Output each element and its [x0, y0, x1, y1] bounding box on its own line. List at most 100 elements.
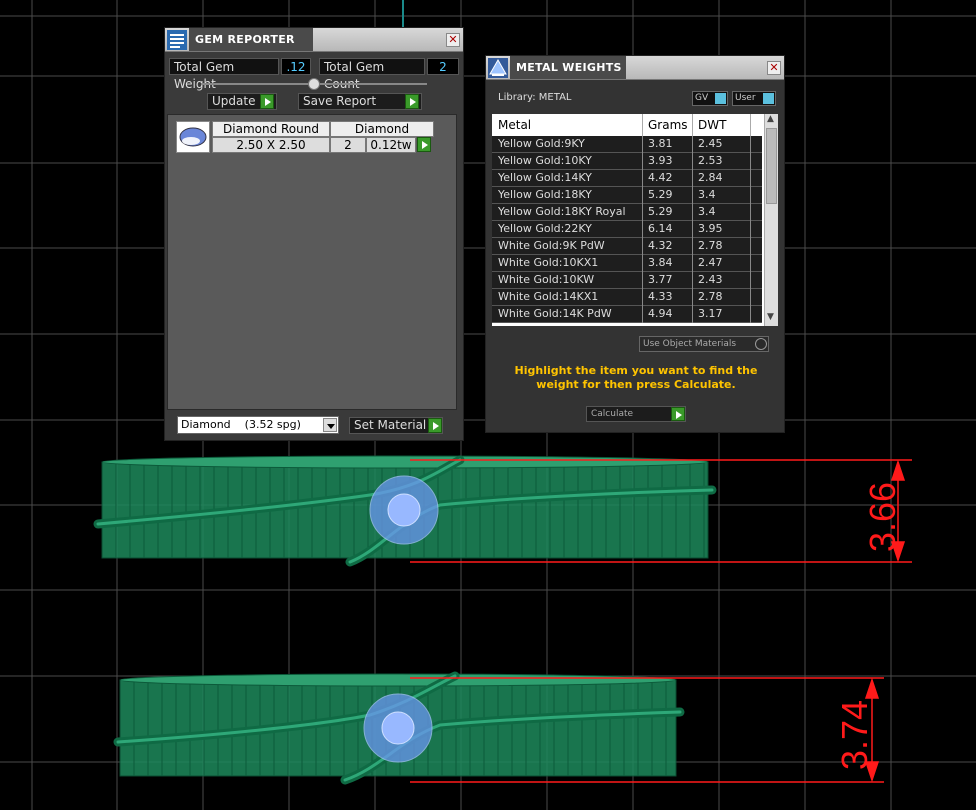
- save-report-button[interactable]: Save Report: [298, 93, 422, 110]
- dwt-cell: 2.84: [698, 171, 723, 184]
- gem-reporter-panel: GEM REPORTER ✕ Total Gem Weight .12 Tota…: [164, 27, 464, 441]
- gem-row-go-icon[interactable]: [417, 137, 431, 152]
- column-separator: [642, 187, 643, 204]
- 3d-viewport[interactable]: 3.66 3.74 GEM REPORTER ✕ Total Gem Weigh…: [0, 0, 976, 810]
- column-header-grams[interactable]: Grams: [648, 118, 688, 132]
- gem-shape-header: Diamond Round: [212, 121, 330, 137]
- column-separator: [692, 238, 693, 255]
- column-header-metal[interactable]: Metal: [498, 118, 531, 132]
- column-separator: [750, 153, 751, 170]
- column-separator: [750, 289, 751, 306]
- column-separator: [642, 170, 643, 187]
- column-header-dwt[interactable]: DWT: [698, 118, 726, 132]
- dimension-label-bottom: 3.74: [834, 699, 875, 770]
- scroll-up-icon[interactable]: ▲: [767, 114, 774, 124]
- gem-count-cell: 2: [330, 137, 366, 153]
- set-material-go-icon[interactable]: [428, 418, 442, 433]
- dwt-cell: 2.45: [698, 137, 723, 150]
- gem-reporter-title: GEM REPORTER: [195, 33, 295, 46]
- chevron-down-icon[interactable]: [323, 418, 337, 432]
- gem-list-area[interactable]: Diamond Round Diamond 2.50 X 2.50 2 0.12…: [167, 114, 457, 410]
- metal-table-row[interactable]: Yellow Gold:10KY 3.93 2.53: [492, 153, 762, 170]
- calculate-go-icon[interactable]: [671, 407, 685, 421]
- use-object-materials-toggle[interactable]: Use Object Materials: [639, 336, 769, 352]
- metal-weights-table[interactable]: Metal Grams DWT Yellow Gold:9KY 3.81 2.45 Y…: [492, 114, 778, 326]
- metal-table-row[interactable]: Yellow Gold:14KY 4.42 2.84: [492, 170, 762, 187]
- user-toggle[interactable]: User: [732, 91, 776, 106]
- update-go-icon[interactable]: [260, 94, 274, 109]
- metal-name-cell: White Gold:9K PdW: [498, 239, 605, 252]
- column-separator: [692, 272, 693, 289]
- dwt-cell: 3.4: [698, 188, 716, 201]
- gem-reporter-close-icon[interactable]: ✕: [446, 33, 460, 47]
- column-separator: [692, 255, 693, 272]
- dwt-cell: 2.53: [698, 154, 723, 167]
- metal-name-cell: Yellow Gold:9KY: [498, 137, 585, 150]
- column-separator: [750, 187, 751, 204]
- column-separator: [692, 289, 693, 306]
- metal-table-row[interactable]: Yellow Gold:18KY 5.29 3.4: [492, 187, 762, 204]
- grams-cell: 4.42: [648, 171, 673, 184]
- ring-model-top: [93, 455, 717, 567]
- dwt-cell: 2.78: [698, 290, 723, 303]
- dwt-cell: 3.4: [698, 205, 716, 218]
- column-separator: [642, 272, 643, 289]
- metal-table-row[interactable]: Yellow Gold:18KY Royal 5.29 3.4: [492, 204, 762, 221]
- metal-table-row[interactable]: White Gold:10KX1 3.84 2.47: [492, 255, 762, 272]
- grams-cell: 4.32: [648, 239, 673, 252]
- column-separator: [750, 136, 751, 153]
- column-separator: [642, 289, 643, 306]
- metal-name-cell: Yellow Gold:10KY: [498, 154, 592, 167]
- metal-weights-titlebar[interactable]: METAL WEIGHTS ✕: [486, 56, 784, 80]
- metal-name-cell: Yellow Gold:14KY: [498, 171, 592, 184]
- save-report-go-icon[interactable]: [405, 94, 419, 109]
- column-separator: [692, 170, 693, 187]
- column-separator: [642, 221, 643, 238]
- metal-name-cell: White Gold:10KW: [498, 273, 595, 286]
- column-separator: [692, 221, 693, 238]
- metal-name-cell: White Gold:14KX1: [498, 290, 599, 303]
- column-separator: [692, 306, 693, 323]
- grams-cell: 3.81: [648, 137, 673, 150]
- metal-weights-app-icon: [488, 58, 508, 78]
- dwt-cell: 2.78: [698, 239, 723, 252]
- radio-icon: [755, 338, 767, 350]
- material-select[interactable]: Diamond (3.52 spg): [177, 416, 339, 434]
- metal-table-row[interactable]: White Gold:14K PdW 4.94 3.17: [492, 306, 762, 323]
- metal-weights-panel: METAL WEIGHTS ✕ Library: METAL GV User M…: [485, 55, 785, 433]
- metal-table-row[interactable]: Yellow Gold:9KY 3.81 2.45: [492, 136, 762, 153]
- column-separator: [750, 255, 751, 272]
- dwt-cell: 3.17: [698, 307, 723, 320]
- gem-reporter-app-icon: [167, 30, 187, 50]
- gv-toggle[interactable]: GV: [692, 91, 728, 106]
- metal-table-row[interactable]: White Gold:9K PdW 4.32 2.78: [492, 238, 762, 255]
- metal-name-cell: Yellow Gold:18KY: [498, 188, 592, 201]
- column-separator: [692, 187, 693, 204]
- column-separator: [642, 153, 643, 170]
- column-separator: [692, 153, 693, 170]
- column-separator: [750, 170, 751, 187]
- column-separator: [642, 136, 643, 153]
- scroll-down-icon[interactable]: ▼: [767, 312, 774, 322]
- column-separator: [750, 238, 751, 255]
- column-separator: [692, 204, 693, 221]
- grams-cell: 3.77: [648, 273, 673, 286]
- metal-name-cell: Yellow Gold:18KY Royal: [498, 205, 626, 218]
- scroll-thumb[interactable]: [766, 128, 777, 204]
- splitter-handle-icon[interactable]: [308, 78, 320, 90]
- metal-table-row[interactable]: Yellow Gold:22KY 6.14 3.95: [492, 221, 762, 238]
- metal-table-row[interactable]: White Gold:10KW 3.77 2.43: [492, 272, 762, 289]
- metal-weights-close-icon[interactable]: ✕: [767, 61, 781, 75]
- dwt-cell: 3.95: [698, 222, 723, 235]
- dwt-cell: 2.47: [698, 256, 723, 269]
- gem-reporter-titlebar[interactable]: GEM REPORTER ✕: [165, 28, 463, 52]
- column-separator: [642, 306, 643, 323]
- metal-table-header: Metal Grams DWT: [492, 114, 762, 136]
- calculate-instruction: Highlight the item you want to find the …: [514, 364, 758, 391]
- ring-model-bottom: [113, 671, 685, 785]
- gem-weight-cell: 0.12tw: [366, 137, 416, 153]
- grams-cell: 4.33: [648, 290, 673, 303]
- metal-table-scrollbar[interactable]: ▲ ▼: [764, 114, 778, 326]
- grams-cell: 4.94: [648, 307, 673, 320]
- metal-table-row[interactable]: White Gold:14KX1 4.33 2.78: [492, 289, 762, 306]
